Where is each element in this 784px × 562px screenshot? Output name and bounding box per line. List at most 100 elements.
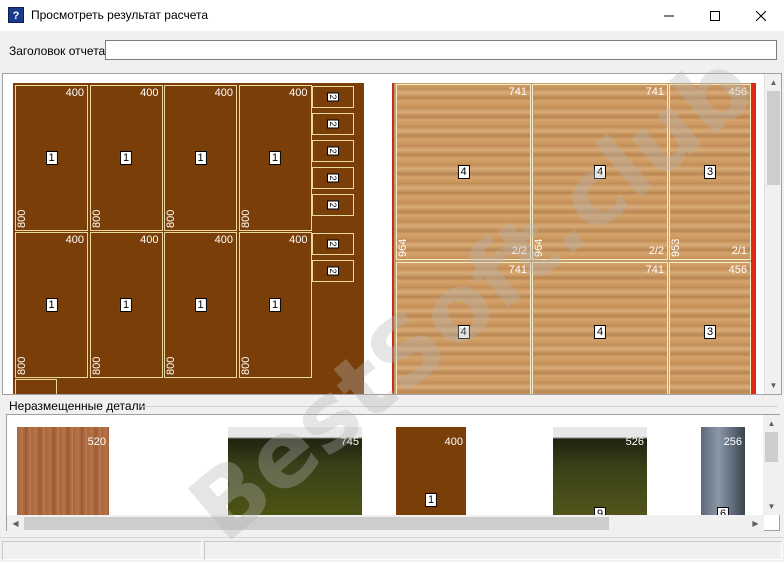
unplaced-horizontal-scrollbar[interactable]: ◀ ▶ [7,515,764,532]
unplaced-part[interactable]: 520 [17,427,109,517]
part-number-label: 3 [703,165,717,179]
part-number-label: 2 [327,92,339,102]
layout-part[interactable]: 456 3 [669,262,751,394]
scroll-down-icon[interactable]: ▼ [763,498,780,515]
scroll-thumb[interactable] [24,517,609,530]
status-panel [204,541,782,560]
scroll-down-icon[interactable]: ▼ [765,377,782,394]
layout-part[interactable]: 741 964 4 2/2 [532,84,668,260]
close-button[interactable] [738,0,784,31]
offcut-part[interactable] [15,379,57,394]
part-height-label: 800 [90,209,103,228]
part-number-label: 1 [119,151,133,165]
part-width-label: 456 [728,86,747,98]
maximize-icon [710,10,720,21]
canvas-vertical-scrollbar[interactable]: ▲ ▼ [764,74,781,394]
layout-part[interactable]: 741 964 4 2/2 [396,84,531,260]
layout-part[interactable]: 400 800 1 [238,232,312,378]
unplaced-part[interactable]: 745 [228,427,362,517]
scroll-left-icon[interactable]: ◀ [7,515,24,532]
sheet-left: 400 800 1 400 800 1 400 800 1 400 800 1 400 800 1 400 80… [13,83,364,394]
part-width-label: 400 [289,234,308,246]
part-number-label: 1 [194,298,207,312]
unplaced-parts-panel[interactable]: 520 745 400 1 526 9 256 6 [6,414,780,531]
close-icon [756,10,766,21]
part-count-label: 2/2 [511,245,527,257]
strip-part[interactable]: 2 [312,194,354,216]
part-number-label: 3 [703,325,717,339]
edge-band-marker [751,83,756,394]
part-height-label: 800 [90,356,103,375]
layout-part[interactable]: 400 800 1 [89,232,163,378]
part-height-label: 800 [239,356,252,375]
layout-part[interactable]: 400 800 1 [164,232,237,378]
part-number-label: 2 [327,146,339,156]
strip-part[interactable]: 2 [312,260,354,282]
part-width-label: 400 [444,436,463,448]
status-bar [0,537,784,562]
part-height-label: 800 [165,356,177,375]
layout-part[interactable]: 741 4 [396,262,531,394]
strip-part[interactable]: 2 [312,113,354,135]
layout-part[interactable]: 400 800 1 [15,232,88,378]
maximize-button[interactable] [692,0,738,31]
layout-canvas[interactable]: 400 800 1 400 800 1 400 800 1 400 800 1 400 800 1 400 80… [2,73,782,395]
result-window: ? Просмотреть результат расчета Заголово… [0,0,784,562]
part-width-label: 400 [65,234,84,246]
part-number-label: 4 [457,325,470,339]
part-width-label: 526 [625,436,644,448]
part-number-label: 2 [327,239,339,249]
part-number-label: 2 [327,200,339,210]
part-height-label: 800 [165,209,177,228]
part-number-label: 1 [194,151,207,165]
unplaced-part[interactable]: 256 6 [701,427,745,521]
scroll-right-icon[interactable]: ▶ [747,515,764,532]
part-height-label: 964 [533,238,545,257]
part-number-label: 4 [593,325,607,339]
layout-part[interactable]: 400 800 1 [238,85,312,231]
part-number-label: 1 [268,151,282,165]
minimize-button[interactable] [646,0,692,31]
part-width-label: 400 [65,87,84,99]
part-number-label: 1 [268,298,282,312]
part-count-label: 2/1 [731,245,747,257]
unplaced-part[interactable]: 526 9 [553,427,647,521]
scroll-thumb[interactable] [765,432,778,462]
part-width-label: 741 [508,86,527,98]
part-number-label: 1 [45,298,58,312]
app-icon: ? [8,7,24,23]
strip-part[interactable]: 2 [312,233,354,255]
scroll-up-icon[interactable]: ▲ [765,74,782,91]
part-number-label: 4 [593,165,607,179]
part-number-label: 2 [327,119,339,129]
status-panel [2,541,202,560]
strip-part[interactable]: 2 [312,86,354,108]
part-width-label: 400 [140,234,159,246]
report-header-input[interactable] [105,40,777,60]
layout-part[interactable]: 400 800 1 [15,85,88,231]
part-width-label: 520 [87,436,106,448]
strip-part[interactable]: 2 [312,140,354,162]
strip-part[interactable]: 2 [312,167,354,189]
unplaced-part[interactable]: 400 1 [396,427,466,517]
layout-part[interactable]: 456 953 3 2/1 [669,84,751,260]
part-width-label: 400 [214,87,233,99]
part-number-label: 1 [45,151,58,165]
part-width-label: 741 [645,86,664,98]
report-header-label: Заголовок отчета [9,44,106,58]
part-height-label: 800 [239,209,252,228]
scroll-up-icon[interactable]: ▲ [763,415,780,432]
title-bar[interactable]: ? Просмотреть результат расчета [0,0,784,31]
part-number-label: 1 [119,298,133,312]
part-number-label: 2 [327,173,339,183]
part-number-label: 4 [457,165,470,179]
unplaced-vertical-scrollbar[interactable]: ▲ ▼ [763,415,780,515]
part-number-label: 1 [424,493,438,507]
scroll-thumb[interactable] [767,91,780,185]
layout-part[interactable]: 400 800 1 [164,85,237,231]
part-number-label: 2 [327,266,339,276]
layout-part[interactable]: 741 4 [532,262,668,394]
part-width-label: 741 [645,264,664,276]
layout-part[interactable]: 400 800 1 [89,85,163,231]
window-title: Просмотреть результат расчета [31,8,209,22]
